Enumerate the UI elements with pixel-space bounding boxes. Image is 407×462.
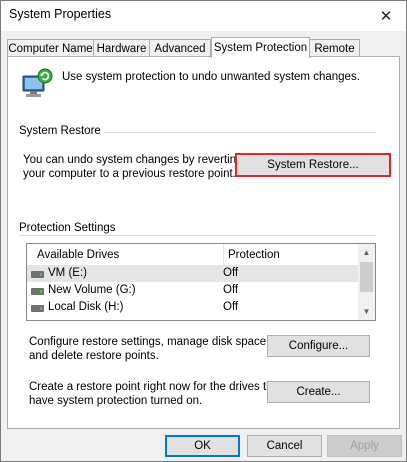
- title-bar[interactable]: System Properties ✕: [1, 1, 406, 31]
- column-available-drives[interactable]: Available Drives: [37, 249, 119, 261]
- protection-settings-divider: [19, 235, 375, 236]
- drive-name: VM (E:): [48, 267, 87, 279]
- ok-button[interactable]: OK: [165, 435, 240, 457]
- system-protection-shield-icon: [22, 68, 53, 97]
- create-button[interactable]: Create...: [267, 381, 370, 403]
- system-protection-panel: Use system protection to undo unwanted s…: [7, 56, 400, 429]
- protection-settings-heading: Protection Settings: [19, 222, 120, 234]
- tab-advanced[interactable]: Advanced: [149, 39, 211, 57]
- drive-row-vm-e[interactable]: VM (E:) Off: [27, 266, 359, 282]
- drive-name: Local Disk (H:): [48, 301, 124, 313]
- configure-button[interactable]: Configure...: [267, 335, 370, 357]
- configure-description-line2: and delete restore points.: [29, 350, 159, 362]
- drives-list-header: Available Drives Protection: [27, 244, 359, 266]
- system-restore-description-line2: your computer to a previous restore poin…: [23, 168, 236, 180]
- column-protection[interactable]: Protection: [228, 249, 280, 261]
- system-restore-button[interactable]: System Restore...: [235, 153, 391, 177]
- drive-icon: [31, 271, 44, 278]
- drives-scrollbar[interactable]: ▲ ▼: [358, 244, 375, 320]
- drive-name: New Volume (G:): [48, 284, 136, 296]
- column-separator: [223, 244, 224, 266]
- intro-text: Use system protection to undo unwanted s…: [62, 71, 360, 83]
- system-properties-window: System Properties ✕ Computer Name Hardwa…: [0, 0, 407, 462]
- drive-icon: [31, 305, 44, 312]
- drive-protection-status: Off: [223, 284, 239, 296]
- tab-hardware[interactable]: Hardware: [93, 39, 150, 57]
- window-title: System Properties: [9, 7, 112, 21]
- close-button[interactable]: ✕: [366, 1, 406, 31]
- tab-strip: Computer Name Hardware Advanced System P…: [7, 37, 399, 58]
- scroll-thumb[interactable]: [360, 262, 373, 292]
- drives-list[interactable]: Available Drives Protection VM (E:) Off …: [26, 243, 376, 321]
- drive-row-new-volume-g[interactable]: New Volume (G:) Off: [27, 283, 359, 299]
- close-icon: ✕: [379, 8, 393, 25]
- tab-remote[interactable]: Remote: [309, 39, 360, 57]
- configure-description-line1: Configure restore settings, manage disk …: [29, 336, 270, 348]
- create-description-line2: have system protection turned on.: [29, 395, 203, 407]
- drive-row-local-disk-h[interactable]: Local Disk (H:) Off: [27, 300, 359, 316]
- scroll-up-icon[interactable]: ▲: [358, 244, 375, 261]
- drive-protection-status: Off: [223, 301, 239, 313]
- create-description-line1: Create a restore point right now for the…: [29, 381, 283, 393]
- system-restore-heading: System Restore: [19, 125, 105, 137]
- drive-icon: [31, 288, 44, 295]
- drive-protection-status: Off: [223, 267, 239, 279]
- tab-system-protection[interactable]: System Protection: [211, 37, 310, 58]
- system-restore-description-line1: You can undo system changes by reverting: [23, 154, 243, 166]
- cancel-button[interactable]: Cancel: [247, 435, 322, 457]
- tab-computer-name[interactable]: Computer Name: [7, 39, 94, 57]
- apply-button[interactable]: Apply: [327, 435, 402, 457]
- scroll-down-icon[interactable]: ▼: [358, 303, 375, 320]
